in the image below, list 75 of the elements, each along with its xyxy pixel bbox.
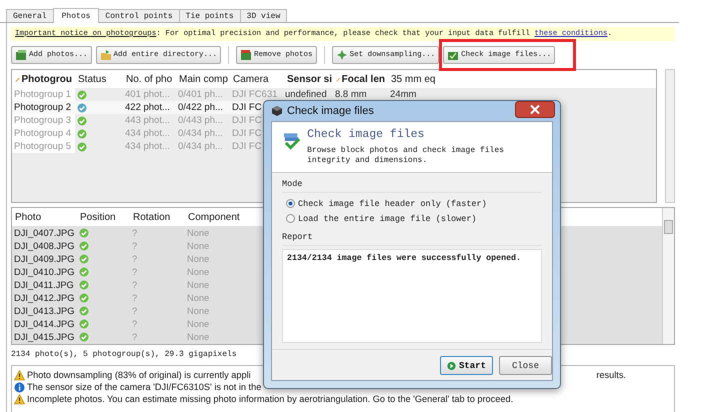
header-text: Photogrou (21, 74, 72, 84)
group-label: Mode (282, 179, 542, 193)
info-icon (14, 382, 25, 392)
column-header[interactable]: Photogrou (12, 70, 75, 88)
tab[interactable]: 3D view (240, 9, 288, 22)
table-cell-text: undefined (284, 88, 328, 101)
header-text: Status (78, 74, 106, 84)
table-cell-text: 443 phot... (124, 114, 171, 127)
table-cell-text: 434 phot... (124, 140, 171, 153)
tab[interactable]: General (6, 9, 54, 22)
column-header[interactable]: Camera (230, 70, 283, 88)
header-text: 35 mm eq (391, 74, 436, 84)
table-cell: 0/422 ph... (176, 101, 230, 114)
report-box: 2134/2134 image files were successfully opened. (282, 249, 542, 343)
radio-label[interactable]: Check image file header only (faster) (298, 198, 487, 208)
column-header[interactable]: Focal len (333, 70, 388, 88)
column-header[interactable]: No. of pho (123, 70, 176, 88)
table-cell: 422 phot... (123, 101, 176, 114)
tab[interactable]: Tie points (178, 9, 241, 22)
header-text: Camera (233, 74, 269, 84)
checked-stack-icon (282, 131, 302, 151)
cube-icon (271, 105, 283, 117)
photo-icon (240, 49, 252, 61)
tab[interactable]: Control points (98, 9, 180, 22)
table-cell-text: 0/443 ph... (177, 114, 224, 127)
window-title: Check image files (287, 105, 375, 117)
radio-label[interactable]: Load the entire image file (slower) (298, 214, 477, 224)
dialog-description: Browse block photos and check image files integrity and dimensions. (307, 146, 505, 166)
table-cell-text: 434 phot... (124, 127, 171, 140)
table-cell-text: DJI FC631 (231, 88, 278, 101)
table-cell-text: DJI FC (231, 140, 263, 153)
column-header[interactable]: Sensor si (283, 70, 333, 88)
close-button[interactable]: Close (499, 356, 552, 375)
pencil-icon (336, 75, 341, 83)
warning-icon (14, 394, 25, 404)
table-cell-text: 0/401 ph... (177, 88, 224, 101)
table-cell-text: 0/434 ph... (177, 140, 224, 153)
header-text: Sensor si (287, 74, 332, 84)
play-icon (447, 360, 456, 372)
photo-icon (447, 49, 460, 61)
column-header[interactable]: Position (77, 208, 130, 226)
pencil-icon (15, 75, 20, 83)
column-header[interactable]: Main comp (176, 70, 230, 88)
radio-button[interactable] (286, 214, 295, 223)
scrollbar[interactable] (665, 69, 675, 203)
start-button[interactable]: Start (440, 356, 493, 375)
scrollbar[interactable] (662, 208, 674, 344)
folder-icon (100, 49, 112, 61)
close-icon[interactable] (515, 101, 555, 118)
column-header[interactable]: Rotation (130, 208, 185, 226)
table-cell-text: 0/434 ph... (177, 127, 224, 140)
column-header[interactable]: Photo (12, 208, 77, 226)
radio-button[interactable] (286, 199, 295, 208)
message-text: Incomplete photos. You can estimate missing photo information by aerotriangulation. Go to the 'General' tab to proceed. (27, 394, 514, 404)
header-text: No. of pho (126, 74, 172, 84)
summary-text: 2134 photo(s), 5 photogroup(s), 29.3 gigapixels (11, 349, 237, 361)
message-text: Photo downsampling (83% of original) is currently appli (27, 370, 251, 380)
warning-icon (14, 370, 25, 380)
dialog-heading: Check image files (307, 128, 426, 141)
table-cell-text: 401 phot... (124, 88, 171, 101)
header-text: Focal len (342, 74, 385, 84)
star-icon (336, 49, 348, 61)
column-header[interactable]: Status (75, 70, 123, 88)
column-header[interactable]: 35 mm eq (388, 70, 656, 88)
table-cell[interactable]: Photogroup 2 (12, 101, 75, 114)
tab[interactable]: Photos (52, 8, 100, 23)
photo-icon (15, 49, 27, 61)
header-text: Main comp (179, 74, 228, 84)
message-text: The sensor size of the camera 'DJI/FC6310S' is not in the (27, 382, 262, 392)
table-cell-text: DJI FC (231, 127, 263, 140)
table-cell-text: 8.8 mm (334, 88, 368, 101)
table-cell-text: 24mm (389, 88, 418, 101)
message-text: results. (596, 370, 626, 380)
group-label: Report (282, 232, 542, 246)
table-cell-text: DJI FC (231, 114, 263, 127)
